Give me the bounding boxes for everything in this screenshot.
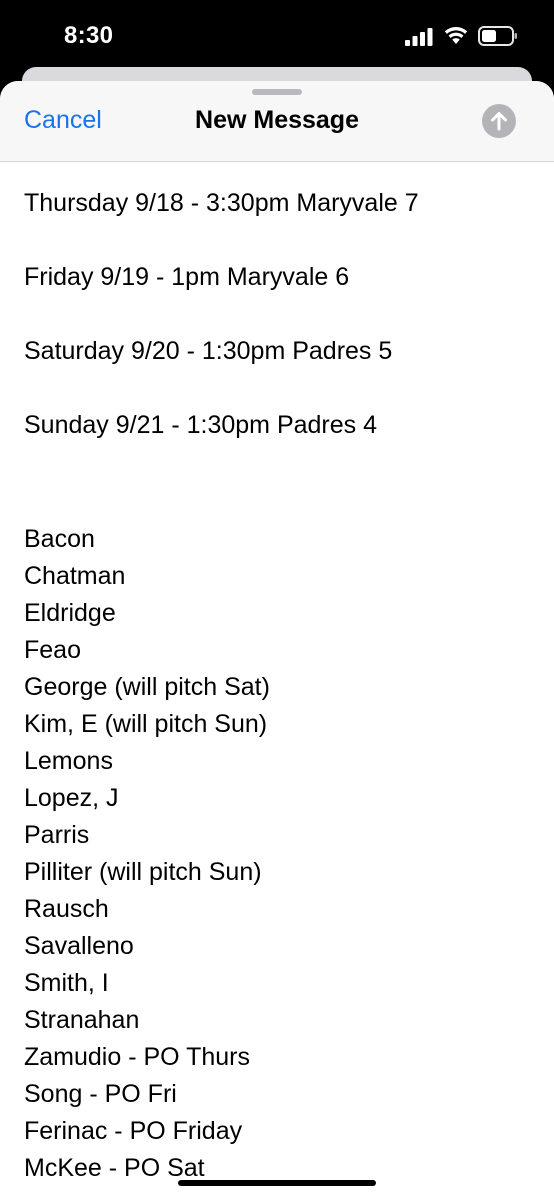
roster-item: George (will pitch Sat) bbox=[24, 673, 270, 701]
status-bar: 8:30 bbox=[0, 0, 554, 70]
sheet-grabber-handle[interactable] bbox=[252, 89, 302, 95]
roster-item: Zamudio - PO Thurs bbox=[24, 1043, 251, 1071]
compose-header: Cancel New Message bbox=[0, 81, 554, 162]
arrow-up-icon bbox=[491, 112, 507, 131]
roster-item: Ferinac - PO Friday bbox=[24, 1117, 243, 1145]
schedule-list: Thursday 9/18 - 3:30pm Maryvale 7 Friday… bbox=[24, 181, 534, 477]
schedule-line: Sunday 9/21 - 1:30pm Padres 4 bbox=[24, 411, 378, 439]
roster-item: Chatman bbox=[24, 562, 126, 590]
schedule-line: Saturday 9/20 - 1:30pm Padres 5 bbox=[24, 337, 393, 365]
schedule-line: Thursday 9/18 - 3:30pm Maryvale 7 bbox=[24, 189, 419, 217]
roster-item: Lemons bbox=[24, 747, 113, 775]
roster-item: Savalleno bbox=[24, 932, 134, 960]
schedule-line: Friday 9/19 - 1pm Maryvale 6 bbox=[24, 263, 350, 291]
roster-item: Bacon bbox=[24, 525, 95, 553]
roster-item: Parris bbox=[24, 821, 90, 849]
roster-item: Stranahan bbox=[24, 1006, 140, 1034]
cellular-signal-icon bbox=[405, 28, 433, 46]
status-time: 8:30 bbox=[64, 22, 114, 49]
roster-list: Bacon Chatman Eldridge Feao George (will… bbox=[24, 521, 534, 1187]
roster-item: Lopez, J bbox=[24, 784, 119, 812]
roster-item: Rausch bbox=[24, 895, 109, 923]
roster-item: Kim, E (will pitch Sun) bbox=[24, 710, 268, 738]
roster-item: Song - PO Fri bbox=[24, 1080, 177, 1108]
message-body[interactable]: Thursday 9/18 - 3:30pm Maryvale 7 Friday… bbox=[24, 181, 534, 1187]
roster-item: Smith, I bbox=[24, 969, 109, 997]
wifi-icon bbox=[444, 26, 468, 44]
page-title: New Message bbox=[195, 106, 359, 134]
roster-item: Pilliter (will pitch Sun) bbox=[24, 858, 262, 886]
send-button[interactable] bbox=[482, 104, 516, 138]
home-indicator[interactable] bbox=[178, 1180, 376, 1186]
compose-sheet: Cancel New Message Thursday 9/18 - 3:30p… bbox=[0, 81, 554, 1200]
roster-item: Eldridge bbox=[24, 599, 116, 627]
roster-item: Feao bbox=[24, 636, 81, 664]
battery-icon bbox=[478, 26, 517, 46]
